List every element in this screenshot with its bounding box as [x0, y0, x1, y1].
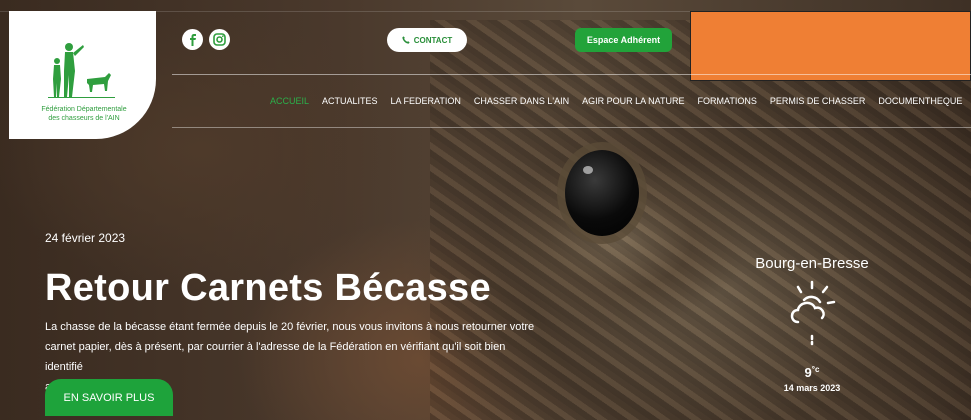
read-more-button[interactable]: EN SAVOIR PLUS — [45, 379, 173, 416]
contact-label: CONTACT — [413, 35, 453, 45]
nav-item-actualites[interactable]: ACTUALITES — [322, 96, 378, 106]
nav-item-permis[interactable]: PERMIS DE CHASSER — [770, 96, 866, 106]
logo-line-1: Fédération Départementale — [41, 106, 127, 113]
facebook-link[interactable] — [182, 29, 203, 50]
temp-value: 9 — [804, 365, 812, 380]
weather-widget: Bourg-en-Bresse 9°c 14 mars 2023 — [747, 255, 877, 393]
instagram-link[interactable] — [209, 29, 230, 50]
nav-item-federation[interactable]: LA FEDERATION — [391, 96, 461, 106]
article-date: 24 février 2023 — [45, 231, 126, 245]
nav-item-documentheque[interactable]: DOCUMENTHEQUE — [878, 96, 962, 106]
desc-line-2: carnet papier, dès à présent, par courri… — [45, 341, 506, 373]
nav-item-agir[interactable]: AGIR POUR LA NATURE — [582, 96, 684, 106]
member-area-button[interactable]: Espace Adhérent — [575, 28, 672, 52]
main-nav: ACCUEIL ACTUALITES LA FEDERATION CHASSER… — [270, 96, 971, 106]
nav-divider-bottom — [172, 127, 971, 128]
logo-line-2: des chasseurs de l'AIN — [48, 115, 120, 122]
phone-icon — [402, 36, 410, 44]
nav-item-formations[interactable]: FORMATIONS — [698, 96, 757, 106]
weather-temperature: 9°c — [747, 365, 877, 380]
desc-line-1: La chasse de la bécasse étant fermée dep… — [45, 321, 535, 333]
site-logo[interactable]: Fédération Départementale des chasseurs … — [9, 11, 156, 139]
bird-eye — [565, 150, 639, 236]
weather-date: 14 mars 2023 — [783, 383, 841, 393]
temp-unit: °c — [811, 365, 820, 374]
contact-button[interactable]: CONTACT — [387, 28, 467, 52]
redaction-overlay — [690, 11, 971, 81]
instagram-icon — [213, 33, 226, 46]
nav-divider-top — [172, 74, 971, 75]
hunters-logo-icon — [48, 43, 115, 98]
nav-item-accueil[interactable]: ACCUEIL — [270, 96, 309, 106]
logo-org-name: Fédération Départementale des chasseurs … — [25, 105, 143, 123]
article-title: Retour Carnets Bécasse — [45, 267, 491, 309]
facebook-icon — [189, 33, 196, 46]
partly-sunny-icon — [790, 280, 836, 346]
weather-city: Bourg-en-Bresse — [755, 255, 869, 272]
nav-item-chasser[interactable]: CHASSER DANS L'AIN — [474, 96, 569, 106]
